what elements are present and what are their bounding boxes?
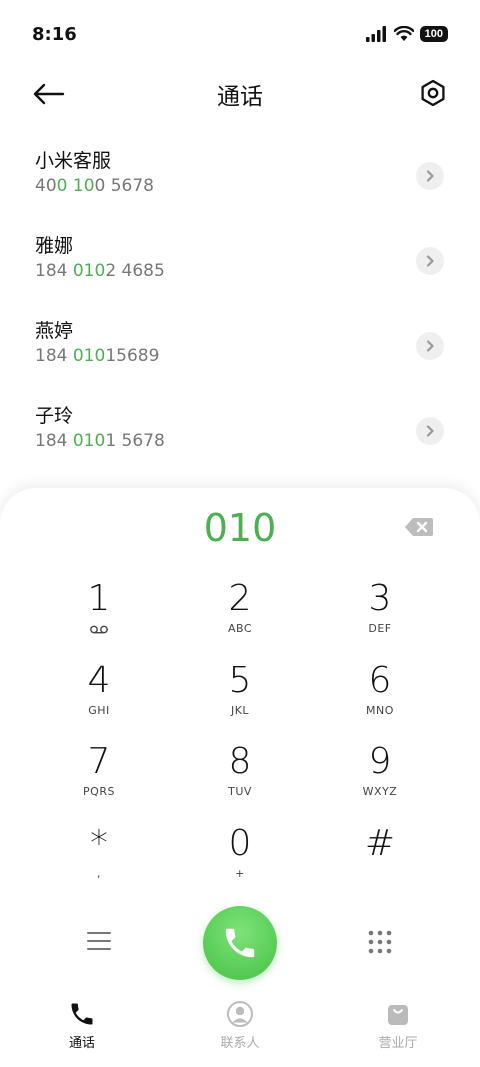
dialer-actions xyxy=(0,906,480,980)
contact-row[interactable]: 子玲 184 0101 5678 xyxy=(0,387,480,472)
contact-person-icon xyxy=(227,1001,253,1027)
phone-icon xyxy=(225,928,255,958)
key-1[interactable]: 1 xyxy=(39,578,159,650)
key-6[interactable]: 6 MNO xyxy=(320,660,440,732)
settings-icon[interactable] xyxy=(418,78,448,108)
contact-detail-button[interactable] xyxy=(416,417,444,445)
key-5[interactable]: 5 JKL xyxy=(180,660,300,732)
nav-contacts[interactable]: 联系人 xyxy=(190,1000,290,1051)
chevron-right-icon xyxy=(426,340,434,352)
battery-icon: 100 xyxy=(419,26,448,42)
dialer-panel: 010 1 2 ABC 3 DEF 4 GHI 5 JKL 6 MNO 7 PQ… xyxy=(0,488,480,1067)
key-4[interactable]: 4 GHI xyxy=(39,660,159,732)
keypad-grid-icon[interactable] xyxy=(367,929,393,955)
call-button[interactable] xyxy=(203,906,277,980)
status-time: 8:16 xyxy=(32,23,77,45)
key-9[interactable]: 9 WXYZ xyxy=(320,741,440,813)
contact-row[interactable]: 小米客服 400 100 5678 xyxy=(0,132,480,217)
nav-label: 营业厅 xyxy=(378,1036,418,1051)
menu-icon[interactable] xyxy=(86,930,112,952)
key-hash[interactable]: # xyxy=(320,823,440,895)
contact-name: 燕婷 xyxy=(35,320,74,342)
bottom-nav: 通话 联系人 营业厅 xyxy=(0,1000,480,1067)
back-arrow-icon[interactable] xyxy=(30,80,66,108)
shopping-bag-icon xyxy=(388,1005,408,1025)
backspace-icon[interactable] xyxy=(404,516,434,538)
contact-detail-button[interactable] xyxy=(416,162,444,190)
status-bar: 8:16 100 xyxy=(0,0,480,68)
key-3[interactable]: 3 DEF xyxy=(320,578,440,650)
nav-label: 联系人 xyxy=(220,1036,260,1051)
wifi-icon xyxy=(393,26,414,41)
nav-label: 通话 xyxy=(68,1036,95,1051)
chevron-right-icon xyxy=(426,255,434,267)
contact-name: 子玲 xyxy=(35,405,74,427)
contact-row[interactable]: 雅娜 184 0102 4685 xyxy=(0,217,480,302)
page-title: 通话 xyxy=(217,84,263,110)
status-icons: 100 xyxy=(365,26,448,42)
nav-store[interactable]: 营业厅 xyxy=(348,1000,448,1051)
key-star[interactable]: * , xyxy=(39,823,159,895)
nav-calls[interactable]: 通话 xyxy=(32,1000,132,1051)
contact-list: 小米客服 400 100 5678 雅娜 184 0102 4685 燕婷 18… xyxy=(0,132,480,472)
contact-row[interactable]: 燕婷 184 01015689 xyxy=(0,302,480,387)
contact-name: 雅娜 xyxy=(35,235,74,257)
contact-number: 400 100 5678 xyxy=(35,176,154,196)
contact-detail-button[interactable] xyxy=(416,332,444,360)
contact-number: 184 0101 5678 xyxy=(35,431,165,451)
voicemail-icon xyxy=(90,625,108,633)
chevron-right-icon xyxy=(426,170,434,182)
header: 通话 xyxy=(0,68,480,120)
key-0[interactable]: 0 + xyxy=(180,823,300,895)
contact-name: 小米客服 xyxy=(35,150,112,172)
contact-detail-button[interactable] xyxy=(416,247,444,275)
contact-number: 184 0102 4685 xyxy=(35,261,165,281)
key-8[interactable]: 8 TUV xyxy=(180,741,300,813)
contact-number: 184 01015689 xyxy=(35,346,160,366)
key-7[interactable]: 7 PQRS xyxy=(39,741,159,813)
chevron-right-icon xyxy=(426,425,434,437)
key-2[interactable]: 2 ABC xyxy=(180,578,300,650)
signal-icon xyxy=(365,26,386,42)
phone-icon xyxy=(71,1003,93,1025)
